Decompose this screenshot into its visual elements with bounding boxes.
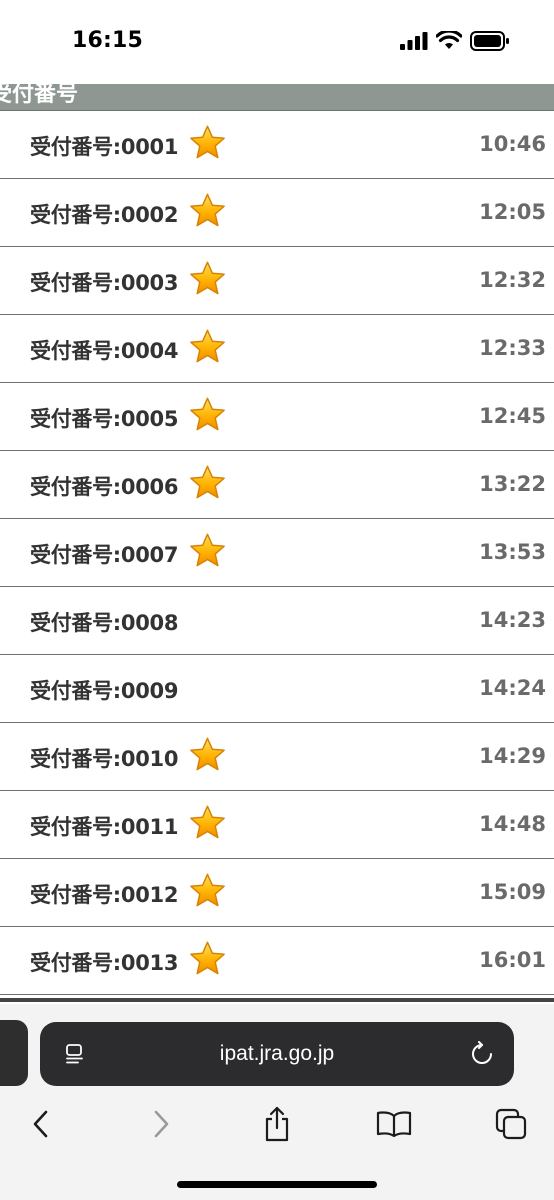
star-icon	[189, 260, 226, 297]
receipt-time: 16:01	[479, 948, 546, 972]
section-header-title: 受付番号	[0, 84, 79, 107]
receipt-number-label: 受付番号:0009	[30, 679, 179, 703]
receipt-time: 13:22	[479, 472, 546, 496]
tabs-button[interactable]	[491, 1104, 531, 1144]
receipt-number-label: 受付番号:0010	[30, 747, 179, 771]
bookmarks-button[interactable]	[374, 1104, 414, 1144]
receipt-number-label: 受付番号:0013	[30, 951, 179, 975]
star-icon	[189, 872, 226, 909]
forward-icon	[154, 1110, 169, 1138]
list-bottom-border	[0, 998, 554, 1002]
receipt-time: 14:23	[479, 608, 546, 632]
url-text[interactable]: ipat.jra.go.jp	[40, 1042, 514, 1066]
status-icons	[400, 30, 510, 52]
status-time: 16:15	[72, 28, 144, 53]
receipt-time: 12:05	[479, 200, 546, 224]
receipt-row[interactable]: 受付番号:0001 10:46	[0, 111, 554, 179]
receipt-number-label: 受付番号:0012	[30, 883, 179, 907]
receipt-number-label: 受付番号:0004	[30, 339, 179, 363]
receipt-list: 受付番号:0001 10:46 受付番号:0002 12:05 受付番号:0003 12:…	[0, 111, 554, 995]
receipt-number-label: 受付番号:0007	[30, 543, 179, 567]
receipt-time: 12:32	[479, 268, 546, 292]
home-indicator[interactable]	[177, 1181, 377, 1188]
star-icon	[189, 396, 226, 433]
receipt-number-label: 受付番号:0011	[30, 815, 179, 839]
reload-icon[interactable]	[470, 1041, 494, 1067]
receipt-row[interactable]: 受付番号:0002 12:05	[0, 179, 554, 247]
star-icon	[189, 328, 226, 365]
star-icon	[189, 532, 226, 569]
receipt-time: 12:45	[479, 404, 546, 428]
receipt-row[interactable]: 受付番号:0006 13:22	[0, 451, 554, 519]
receipt-row[interactable]: 受付番号:0005 12:45	[0, 383, 554, 451]
wifi-icon	[436, 31, 462, 49]
receipt-row[interactable]: 受付番号:0009 14:24	[0, 655, 554, 723]
receipt-number-label: 受付番号:0006	[30, 475, 179, 499]
receipt-row[interactable]: 受付番号:0012 15:09	[0, 859, 554, 927]
section-header: 受付番号	[0, 84, 554, 112]
receipt-row[interactable]: 受付番号:0007 13:53	[0, 519, 554, 587]
star-icon	[189, 464, 226, 501]
receipt-number-label: 受付番号:0003	[30, 271, 179, 295]
share-button[interactable]	[257, 1104, 297, 1144]
receipt-number-label: 受付番号:0008	[30, 611, 179, 635]
receipt-number-label: 受付番号:0002	[30, 203, 179, 227]
star-icon	[189, 124, 226, 161]
receipt-time: 13:53	[479, 540, 546, 564]
receipt-row[interactable]: 受付番号:0013 16:01	[0, 927, 554, 995]
star-icon	[189, 192, 226, 229]
receipt-row[interactable]: 受付番号:0011 14:48	[0, 791, 554, 859]
previous-tab-preview[interactable]	[0, 1020, 28, 1086]
star-icon	[189, 804, 226, 841]
star-icon	[189, 736, 226, 773]
receipt-number-label: 受付番号:0005	[30, 407, 179, 431]
browser-toolbar	[0, 1100, 554, 1146]
receipt-time: 12:33	[479, 336, 546, 360]
receipt-row[interactable]: 受付番号:0010 14:29	[0, 723, 554, 791]
tabs-icon	[495, 1108, 527, 1140]
address-bar[interactable]: ipat.jra.go.jp	[40, 1022, 514, 1086]
receipt-time: 14:48	[479, 812, 546, 836]
receipt-number-label: 受付番号:0001	[30, 135, 179, 159]
back-icon	[33, 1110, 48, 1138]
status-bar: 16:15	[0, 0, 554, 84]
receipt-row[interactable]: 受付番号:0008 14:23	[0, 587, 554, 655]
battery-icon	[470, 31, 509, 51]
receipt-time: 14:24	[479, 676, 546, 700]
receipt-row[interactable]: 受付番号:0003 12:32	[0, 247, 554, 315]
star-icon	[189, 940, 226, 977]
cellular-signal-icon	[400, 32, 428, 50]
forward-button[interactable]	[141, 1104, 181, 1144]
receipt-row[interactable]: 受付番号:0004 12:33	[0, 315, 554, 383]
receipt-time: 15:09	[479, 880, 546, 904]
receipt-time: 10:46	[479, 132, 546, 156]
share-icon	[265, 1106, 289, 1142]
bookmarks-icon	[376, 1111, 412, 1138]
receipt-time: 14:29	[479, 744, 546, 768]
back-button[interactable]	[21, 1104, 61, 1144]
